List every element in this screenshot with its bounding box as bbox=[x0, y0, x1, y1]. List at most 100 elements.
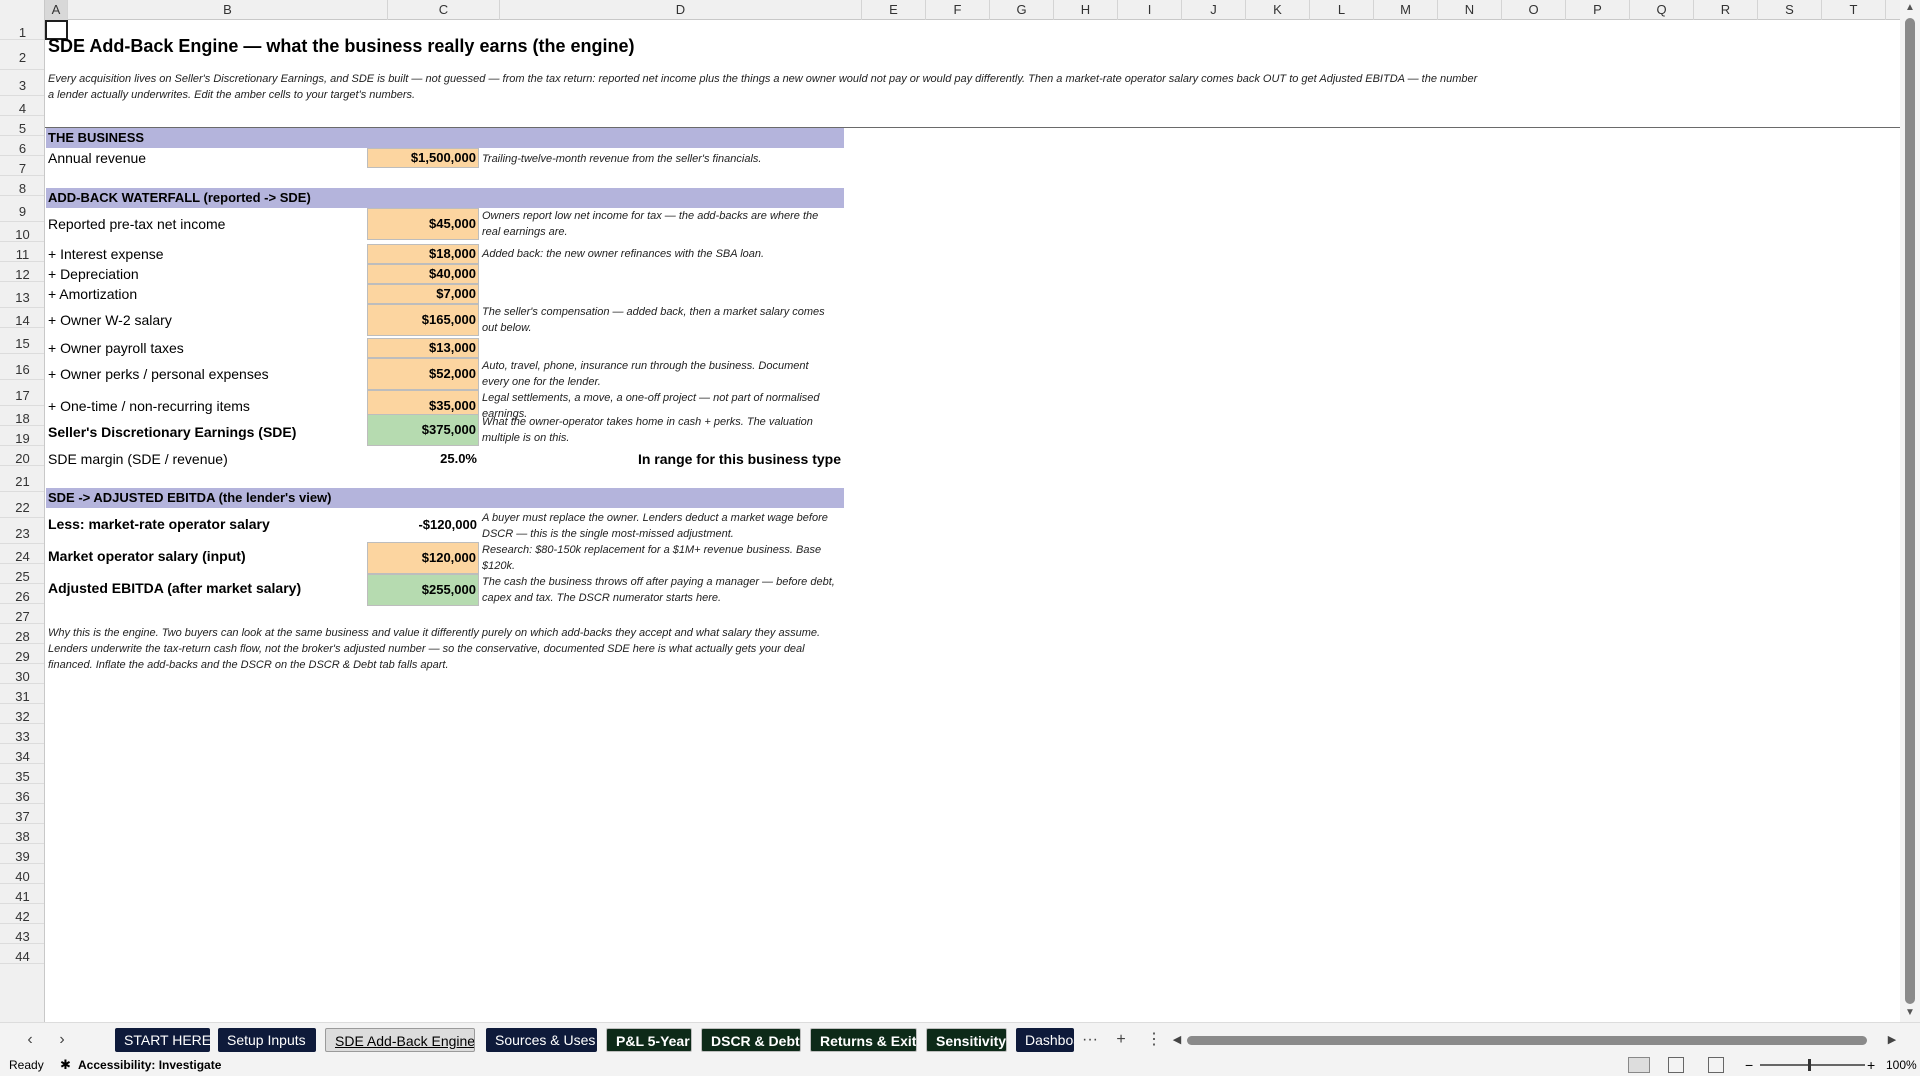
column-header-b[interactable]: B bbox=[68, 0, 388, 20]
less-salary-value[interactable]: -$120,000 bbox=[367, 517, 477, 532]
row-header-16[interactable]: 16 bbox=[0, 354, 44, 380]
waterfall-item-input[interactable]: $13,000 bbox=[367, 338, 479, 358]
row-header-28[interactable]: 28 bbox=[0, 624, 44, 644]
tab-scroll-left-icon[interactable]: ‹ bbox=[20, 1028, 40, 1052]
row-header-26[interactable]: 26 bbox=[0, 584, 44, 604]
row-header-7[interactable]: 7 bbox=[0, 156, 44, 176]
accessibility-status[interactable]: Accessibility: Investigate bbox=[78, 1054, 221, 1076]
column-header-g[interactable]: G bbox=[990, 0, 1054, 20]
row-header-29[interactable]: 29 bbox=[0, 644, 44, 664]
row-header-10[interactable]: 10 bbox=[0, 222, 44, 242]
sheet-tab-start-here[interactable]: START HERE bbox=[115, 1028, 210, 1052]
column-header-k[interactable]: K bbox=[1246, 0, 1310, 20]
row-header-20[interactable]: 20 bbox=[0, 446, 44, 466]
row-header-27[interactable]: 27 bbox=[0, 604, 44, 624]
row-header-41[interactable]: 41 bbox=[0, 884, 44, 904]
sheet-tab-dashboard[interactable]: Dashboard bbox=[1016, 1028, 1074, 1052]
row-header-38[interactable]: 38 bbox=[0, 824, 44, 844]
sheet-tab-setup-inputs[interactable]: Setup Inputs bbox=[218, 1028, 316, 1052]
row-header-12[interactable]: 12 bbox=[0, 262, 44, 282]
row-header-23[interactable]: 23 bbox=[0, 518, 44, 544]
row-header-25[interactable]: 25 bbox=[0, 564, 44, 584]
column-header-f[interactable]: F bbox=[926, 0, 990, 20]
row-header-35[interactable]: 35 bbox=[0, 764, 44, 784]
column-header-q[interactable]: Q bbox=[1630, 0, 1694, 20]
column-header-a[interactable]: A bbox=[45, 0, 68, 20]
row-header-22[interactable]: 22 bbox=[0, 492, 44, 518]
column-header-t[interactable]: T bbox=[1822, 0, 1886, 20]
horizontal-scroll-thumb[interactable] bbox=[1187, 1036, 1867, 1045]
zoom-level[interactable]: 100% bbox=[1886, 1054, 1917, 1076]
row-header-5[interactable]: 5 bbox=[0, 116, 44, 136]
column-header-d[interactable]: D bbox=[500, 0, 862, 20]
row-header-6[interactable]: 6 bbox=[0, 136, 44, 156]
vertical-scrollbar[interactable]: ▲ ▼ bbox=[1900, 0, 1920, 1022]
row-header-1[interactable]: 1 bbox=[0, 20, 44, 40]
row-header-3[interactable]: 3 bbox=[0, 70, 44, 96]
row-header-21[interactable]: 21 bbox=[0, 466, 44, 492]
row-header-44[interactable]: 44 bbox=[0, 944, 44, 964]
sheet-options-icon[interactable]: ⋮ bbox=[1144, 1028, 1164, 1052]
row-header-39[interactable]: 39 bbox=[0, 844, 44, 864]
scroll-down-arrow-icon[interactable]: ▼ bbox=[1905, 1007, 1915, 1018]
column-header-n[interactable]: N bbox=[1438, 0, 1502, 20]
row-header-24[interactable]: 24 bbox=[0, 544, 44, 564]
column-header-m[interactable]: M bbox=[1374, 0, 1438, 20]
row-header-32[interactable]: 32 bbox=[0, 704, 44, 724]
sheet-tab-sources-uses[interactable]: Sources & Uses bbox=[486, 1028, 597, 1052]
waterfall-item-input[interactable]: $165,000 bbox=[367, 304, 479, 336]
sheet-tab-sensitivity[interactable]: Sensitivity bbox=[926, 1028, 1007, 1052]
row-header-34[interactable]: 34 bbox=[0, 744, 44, 764]
page-break-view-icon[interactable] bbox=[1708, 1057, 1724, 1073]
add-sheet-button[interactable]: + bbox=[1111, 1028, 1131, 1052]
waterfall-item-input[interactable]: $52,000 bbox=[367, 358, 479, 390]
row-header-43[interactable]: 43 bbox=[0, 924, 44, 944]
row-header-36[interactable]: 36 bbox=[0, 784, 44, 804]
zoom-out-button[interactable]: − bbox=[1745, 1054, 1753, 1076]
row-header-9[interactable]: 9 bbox=[0, 196, 44, 222]
sheet-tab-sde-add-back-engine[interactable]: SDE Add-Back Engine bbox=[325, 1028, 475, 1052]
row-header-31[interactable]: 31 bbox=[0, 684, 44, 704]
row-header-2[interactable]: 2 bbox=[0, 40, 44, 70]
column-header-l[interactable]: L bbox=[1310, 0, 1374, 20]
column-header-i[interactable]: I bbox=[1118, 0, 1182, 20]
sde-total-cell[interactable]: $375,000 bbox=[367, 414, 479, 446]
zoom-slider-thumb[interactable] bbox=[1808, 1059, 1811, 1071]
market-salary-input[interactable]: $120,000 bbox=[367, 542, 479, 574]
sheet-tab-p-l-5-year[interactable]: P&L 5-Year bbox=[606, 1028, 692, 1052]
normal-view-icon[interactable] bbox=[1628, 1057, 1650, 1073]
sheet-grid[interactable]: SDE Add-Back Engine — what the business … bbox=[45, 20, 1900, 1022]
zoom-slider[interactable] bbox=[1760, 1064, 1865, 1066]
row-header-18[interactable]: 18 bbox=[0, 406, 44, 426]
row-header-37[interactable]: 37 bbox=[0, 804, 44, 824]
row-header-30[interactable]: 30 bbox=[0, 664, 44, 684]
more-tabs-button[interactable]: ··· bbox=[1080, 1028, 1100, 1052]
row-header-40[interactable]: 40 bbox=[0, 864, 44, 884]
hscroll-left-arrow-icon[interactable]: ◀ bbox=[1167, 1028, 1187, 1052]
sde-margin-value[interactable]: 25.0% bbox=[367, 451, 477, 466]
page-layout-view-icon[interactable] bbox=[1668, 1057, 1684, 1073]
row-header-11[interactable]: 11 bbox=[0, 242, 44, 262]
row-header-19[interactable]: 19 bbox=[0, 426, 44, 446]
revenue-input[interactable]: $1,500,000 bbox=[367, 148, 479, 168]
column-header-h[interactable]: H bbox=[1054, 0, 1118, 20]
waterfall-item-input[interactable]: $40,000 bbox=[367, 264, 479, 284]
scroll-up-arrow-icon[interactable]: ▲ bbox=[1905, 2, 1915, 13]
row-header-17[interactable]: 17 bbox=[0, 380, 44, 406]
row-header-42[interactable]: 42 bbox=[0, 904, 44, 924]
row-header-13[interactable]: 13 bbox=[0, 282, 44, 308]
row-header-4[interactable]: 4 bbox=[0, 96, 44, 116]
row-header-33[interactable]: 33 bbox=[0, 724, 44, 744]
zoom-in-button[interactable]: + bbox=[1867, 1054, 1875, 1076]
waterfall-item-input[interactable]: $7,000 bbox=[367, 284, 479, 304]
row-header-14[interactable]: 14 bbox=[0, 308, 44, 328]
select-all-corner[interactable] bbox=[0, 0, 45, 20]
row-header-15[interactable]: 15 bbox=[0, 328, 44, 354]
sheet-tab-dscr-debt[interactable]: DSCR & Debt bbox=[701, 1028, 801, 1052]
column-header-o[interactable]: O bbox=[1502, 0, 1566, 20]
sheet-tab-returns-exit[interactable]: Returns & Exit bbox=[810, 1028, 917, 1052]
waterfall-item-input[interactable]: $45,000 bbox=[367, 208, 479, 240]
vertical-scroll-thumb[interactable] bbox=[1905, 18, 1915, 1004]
column-header-e[interactable]: E bbox=[862, 0, 926, 20]
accessibility-icon[interactable]: ✱ bbox=[60, 1054, 71, 1076]
